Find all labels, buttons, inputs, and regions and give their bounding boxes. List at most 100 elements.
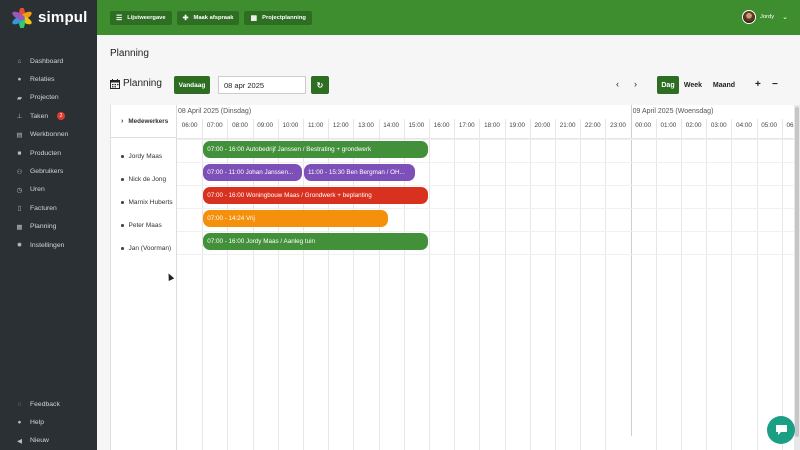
list-icon: ☰ [116, 14, 123, 22]
sidebar-item-instellingen[interactable]: ✹ Instellingen [0, 236, 97, 254]
resource-row[interactable]: Jordy Maas [111, 145, 177, 168]
hour-gridline [454, 119, 456, 450]
vertical-scrollbar[interactable] [794, 105, 800, 450]
hour-label: 02:00 [685, 122, 702, 129]
sidebar-item-gebruikers[interactable]: ⚇ Gebruikers [0, 162, 97, 180]
sidebar-item-label: Nieuw [30, 437, 49, 445]
sidebar-item-planning[interactable]: ▦ Planning [0, 218, 97, 236]
sidebar-item-dashboard[interactable]: ⌂ Dashboard [0, 52, 97, 70]
date-field[interactable]: 08 apr 2025 [218, 76, 306, 94]
planning-toolbar: Planning Vandaag 08 apr 2025 ↻ ‹ › Dag W… [110, 76, 790, 94]
scrollbar-thumb[interactable] [795, 107, 799, 437]
sidebar-item-feedback[interactable]: ◌ Feedback [0, 395, 97, 413]
tasks-count-badge: 2 [57, 112, 65, 121]
hour-label: 04:00 [736, 122, 752, 129]
view-month-button[interactable]: Maand [710, 76, 738, 94]
planning-event[interactable]: 11:00 - 15:30 Ben Bergman / OH... [304, 164, 416, 181]
users-icon: ⚇ [16, 168, 23, 176]
hour-label: 05:00 [761, 122, 778, 129]
planning-event[interactable]: 07:00 - 16:00 Jordy Maas / Aanleg tuin [203, 233, 428, 250]
project-planning-button[interactable]: ▦ Projectplanning [244, 10, 312, 25]
sidebar-item-help[interactable]: ● Help [0, 413, 97, 431]
resource-name: Jan (Voorman) [128, 245, 172, 252]
next-day-button[interactable]: › [634, 79, 637, 89]
sidebar-item-nieuw[interactable]: ◀ Nieuw [0, 432, 97, 450]
make-appointment-label: Maak afspraak [193, 14, 234, 21]
user-menu[interactable]: Jordy ⌄ [741, 10, 788, 24]
resource-name: Nick de Jong [128, 176, 167, 183]
resource-row[interactable]: Jan (Voorman) [111, 237, 177, 260]
sidebar-item-taken[interactable]: ⊥ Taken 2 [0, 107, 97, 125]
clipboard-icon: ▤ [16, 131, 23, 139]
sidebar-item-werkbonnen[interactable]: ▤ Werkbonnen [0, 126, 97, 144]
row-gridline [177, 162, 800, 163]
hour-label: 14:00 [383, 122, 400, 129]
hour-label: 01:00 [660, 122, 677, 129]
hour-gridline [580, 119, 582, 450]
list-view-button[interactable]: ☰ Lijstweergave [110, 10, 172, 25]
resource-name: Jordy Maas [128, 153, 163, 160]
planning-event[interactable]: 07:00 - 11:00 Johan Janssen... [203, 164, 302, 181]
chat-icon [775, 425, 787, 435]
user-name: Jordy [759, 14, 775, 20]
resource-row[interactable]: Marnix Huberts [111, 191, 177, 214]
help-icon: ● [17, 419, 22, 427]
main-content: Planning Planning Vandaag 08 apr 2025 ↻ … [97, 35, 800, 450]
timeline-grid[interactable]: 08 April 2025 (Dinsdag) 09 April 2025 (Wo… [177, 105, 800, 450]
hour-label: 00:00 [635, 122, 652, 129]
sidebar: simpul ⌂ Dashboard ● Relaties ▰ Projecten ⊥… [0, 0, 97, 450]
planning-heading: Planning [110, 78, 162, 89]
view-day-button[interactable]: Dag [657, 76, 679, 94]
resource-header[interactable]: › Medewerkers [111, 105, 177, 138]
planning-event[interactable]: 07:00 - 14:24 Vrij [203, 210, 388, 227]
hour-label: 23:00 [610, 122, 626, 129]
bullet-icon [121, 178, 124, 181]
hour-gridline [781, 119, 783, 450]
hour-gridline [504, 119, 506, 450]
sidebar-bottom-nav: ◌ Feedback ● Help ◀ Nieuw [0, 395, 97, 450]
sidebar-item-label: Dashboard [30, 57, 64, 65]
refresh-button[interactable]: ↻ [311, 76, 329, 94]
day-label: 09 April 2025 (Woensdag) [632, 108, 714, 115]
bullet-icon [121, 155, 124, 158]
page-title: Planning [110, 48, 149, 59]
sidebar-item-relaties[interactable]: ● Relaties [0, 70, 97, 88]
sidebar-item-label: Projecten [30, 94, 59, 102]
hour-label: 10:00 [282, 122, 299, 129]
list-view-label: Lijstweergave [127, 14, 166, 21]
view-week-button[interactable]: Week [682, 76, 704, 94]
today-button[interactable]: Vandaag [174, 76, 210, 94]
sidebar-item-label: Uren [30, 186, 45, 194]
resource-row[interactable]: Peter Maas [111, 214, 177, 237]
hour-label: 20:00 [534, 122, 551, 129]
hour-label: 09:00 [257, 122, 274, 129]
brand[interactable]: simpul [0, 0, 97, 35]
hour-label: 18:00 [484, 122, 500, 129]
bullet-icon [121, 201, 124, 204]
sidebar-item-uren[interactable]: ◷ Uren [0, 181, 97, 199]
zoom-out-button[interactable]: − [772, 79, 778, 90]
make-appointment-button[interactable]: ✚ Maak afspraak [176, 10, 240, 25]
sidebar-item-producten[interactable]: ■ Producten [0, 144, 97, 162]
resource-row[interactable]: Nick de Jong [111, 168, 177, 191]
prev-day-button[interactable]: ‹ [616, 79, 619, 89]
hour-label: 15:00 [408, 122, 425, 129]
hour-label: 17:00 [458, 122, 475, 129]
sidebar-item-label: Taken [30, 112, 49, 120]
chat-button[interactable] [767, 416, 795, 444]
sidebar-item-label: Feedback [30, 400, 60, 408]
hour-gridline [706, 119, 708, 450]
sidebar-item-label: Werkbonnen [30, 131, 69, 139]
planning-event[interactable]: 07:00 - 16:00 Woningbouw Maas / Grondwer… [203, 187, 428, 204]
sidebar-item-facturen[interactable]: ▯ Facturen [0, 199, 97, 217]
gear-icon: ✹ [16, 242, 23, 250]
hour-gridline [681, 119, 682, 450]
invoice-icon: ▯ [17, 205, 22, 213]
hour-label: 19:00 [509, 122, 526, 129]
hour-label: 03:00 [710, 122, 727, 129]
sidebar-item-projecten[interactable]: ▰ Projecten [0, 89, 97, 107]
sidebar-item-label: Planning [30, 223, 57, 231]
zoom-in-button[interactable]: + [755, 79, 761, 90]
planning-event[interactable]: 07:00 - 16:00 Autobedrijf Janssen / Best… [203, 141, 428, 158]
sidebar-nav: ⌂ Dashboard ● Relaties ▰ Projecten ⊥ Taken 2 … [0, 52, 97, 254]
